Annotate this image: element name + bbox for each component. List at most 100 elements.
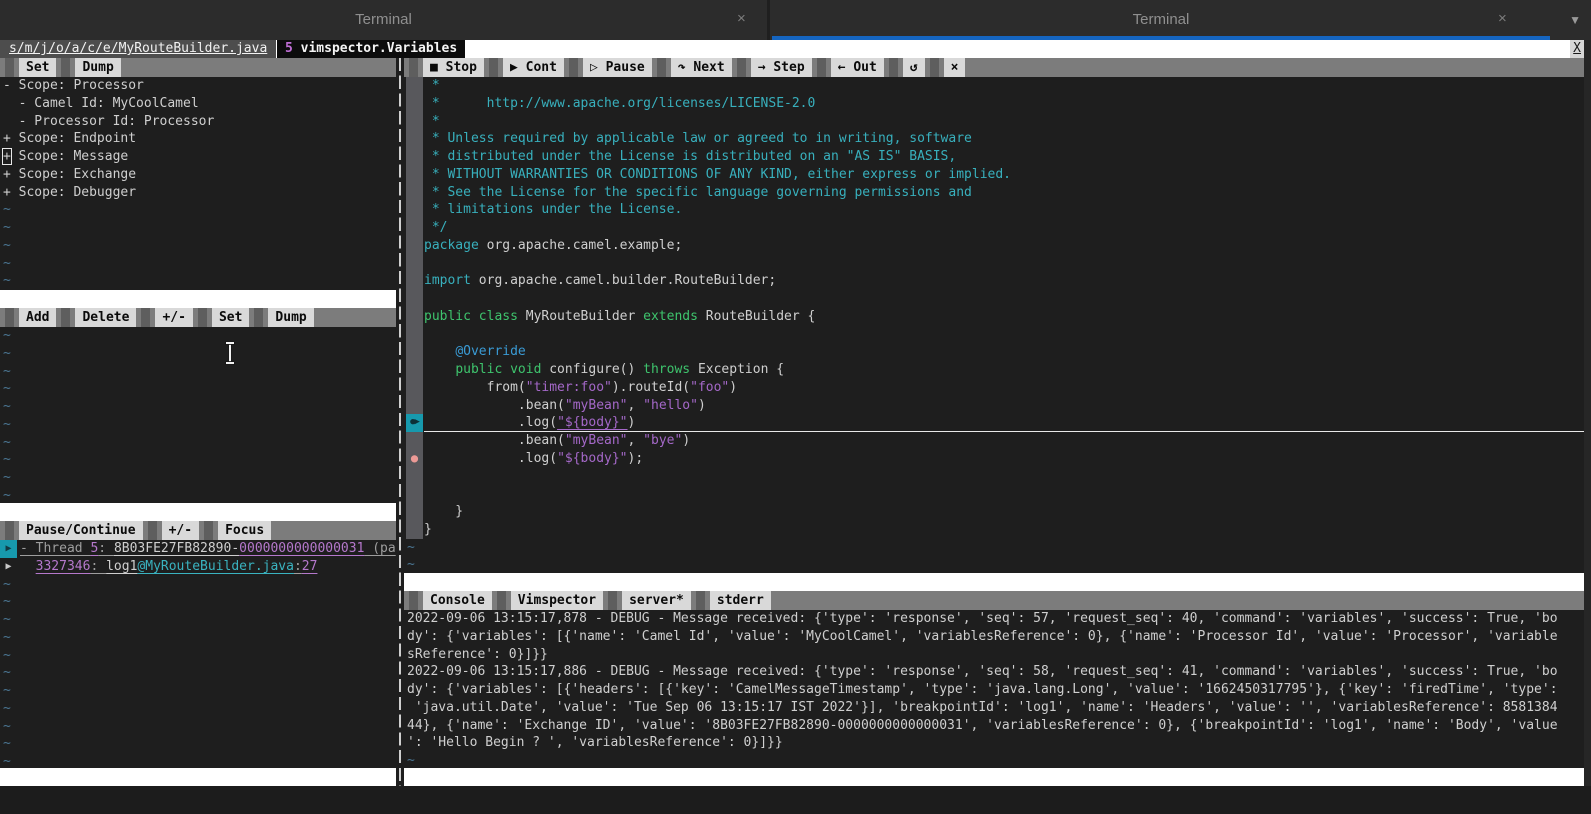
code-line: package org.apache.camel.example; bbox=[404, 237, 1584, 255]
toolbar-separator bbox=[696, 591, 705, 610]
stacktrace-pause-continue[interactable]: Pause/Continue bbox=[19, 521, 143, 540]
toolbar-separator bbox=[148, 521, 157, 540]
code-line: .log("${body}"); bbox=[404, 450, 1584, 468]
console-log-line: 2022-09-06 13:15:17,878 - DEBUG - Messag… bbox=[404, 610, 1584, 628]
terminal-tab-title: Terminal bbox=[0, 11, 767, 28]
code-line: * distributed under the License is distr… bbox=[404, 148, 1584, 166]
code-line: * bbox=[404, 77, 1584, 95]
toolbar-separator bbox=[5, 58, 14, 77]
variables-buffer: - Scope: Processor - Camel Id: MyCoolCam… bbox=[0, 77, 396, 290]
console-log-line: 44}, {'name': 'Exchange ID', 'value': '8… bbox=[404, 717, 1584, 735]
debug-pause[interactable]: ▷ Pause bbox=[583, 58, 652, 77]
stacktrace-[interactable]: +/- bbox=[162, 521, 199, 540]
console-statusline: _vimspector_log_Vimspector 123,1 Bot bbox=[404, 768, 1584, 786]
stacktrace-toolbar: Pause/Continue +/- Focus bbox=[0, 521, 396, 540]
debug-stop[interactable]: ■ Stop bbox=[423, 58, 484, 77]
code-statusline: src/main/java/org/apache/camel/example/M… bbox=[404, 573, 1584, 591]
code-line: import org.apache.camel.builder.RouteBui… bbox=[404, 272, 1584, 290]
debug-cont[interactable]: ▶ Cont bbox=[503, 58, 564, 77]
variable-tree-item[interactable]: - Processor Id: Processor bbox=[0, 113, 396, 131]
toolbar-separator bbox=[817, 58, 826, 77]
watches-set[interactable]: Set bbox=[212, 308, 249, 327]
console-tab-server[interactable]: server* bbox=[622, 591, 691, 610]
stack-frame[interactable]: - Thread 5: 8B03FE27FB82890-000000000000… bbox=[0, 540, 396, 558]
sign-column[interactable] bbox=[406, 77, 423, 539]
code-line: .log("${body}") bbox=[404, 414, 1584, 432]
code-line bbox=[404, 485, 1584, 503]
debug-[interactable]: ↺ bbox=[903, 58, 925, 77]
toolbar-separator bbox=[254, 308, 263, 327]
debug-out[interactable]: ← Out bbox=[831, 58, 884, 77]
program-counter-breakpoint-sign-icon[interactable]: ●▶ bbox=[406, 414, 423, 432]
terminal-menu-dropdown-icon[interactable]: ▼ bbox=[1569, 13, 1581, 27]
empty-line-tilde: ~ bbox=[0, 753, 396, 768]
variable-tree-item[interactable]: + Scope: Endpoint bbox=[0, 130, 396, 148]
console-tabbar: Console Vimspector server* stderr bbox=[404, 591, 1584, 610]
variable-tree-item[interactable]: - Scope: Processor bbox=[0, 77, 396, 95]
terminal-tab-right[interactable]: Terminal × bbox=[770, 0, 1552, 40]
debug-toolbar: ■ Stop ▶ Cont ▷ Pause ↷ Next → Step ← Out ↺ × bbox=[404, 58, 1584, 77]
code-line: * WITHOUT WARRANTIES OR CONDITIONS OF AN… bbox=[404, 166, 1584, 184]
close-terminal-icon[interactable]: × bbox=[737, 10, 746, 27]
variable-tree-item[interactable]: + Scope: Debugger bbox=[0, 184, 396, 202]
variable-tree-item[interactable]: + Scope: Exchange bbox=[0, 166, 396, 184]
toolbar-separator bbox=[930, 58, 939, 77]
toolbar-separator bbox=[569, 58, 578, 77]
watches-toolbar: Add Delete +/- Set Dump bbox=[0, 308, 396, 327]
variable-tree-item[interactable]: - Camel Id: MyCoolCamel bbox=[0, 95, 396, 113]
toolbar-separator bbox=[204, 521, 213, 540]
console-log-line: dy': {'variables': [{'name': 'Camel Id',… bbox=[404, 628, 1584, 646]
terminal-tab-left[interactable]: Terminal × bbox=[0, 0, 767, 40]
close-terminal-icon[interactable]: × bbox=[1498, 10, 1507, 27]
breakpoint-sign-icon[interactable]: ● bbox=[406, 450, 423, 468]
toolbar-separator bbox=[409, 591, 418, 610]
empty-line-tilde: ~ bbox=[0, 487, 396, 503]
tabline-close-icon[interactable]: X bbox=[1570, 40, 1584, 58]
code-line: } bbox=[404, 521, 1584, 539]
debug-next[interactable]: ↷ Next bbox=[671, 58, 732, 77]
code-line: public void configure() throws Exception… bbox=[404, 361, 1584, 379]
variables-dump[interactable]: Dump bbox=[75, 58, 120, 77]
stack-frame[interactable]: 3327346: log1@MyRouteBuilder.java:27 bbox=[0, 558, 396, 576]
console-output-buffer: 2022-09-06 13:15:17,878 - DEBUG - Messag… bbox=[404, 610, 1584, 768]
debug-step[interactable]: → Step bbox=[751, 58, 812, 77]
variable-tree-item[interactable]: + Scope: Message bbox=[0, 148, 396, 166]
tab-vimspector-variables[interactable]: 5 vimspector.Variables bbox=[277, 40, 465, 58]
code-line: .bean("myBean", "bye") bbox=[404, 432, 1584, 450]
empty-line-tilde: ~ bbox=[0, 237, 396, 255]
mouse-cursor-ibeam bbox=[224, 342, 236, 364]
window-vertical-separator[interactable] bbox=[396, 58, 404, 786]
console-log-line: 'java.util.Date', 'value': 'Tue Sep 06 1… bbox=[404, 699, 1584, 717]
console-tab-console[interactable]: Console bbox=[423, 591, 492, 610]
empty-line-tilde: ~ bbox=[0, 398, 396, 416]
empty-line-tilde: ~ bbox=[0, 593, 396, 611]
code-line: from("timer:foo").routeId("foo") bbox=[404, 379, 1584, 397]
empty-line-tilde: ~ bbox=[0, 345, 396, 363]
console-tab-stderr[interactable]: stderr bbox=[710, 591, 771, 610]
code-line: @Override bbox=[404, 343, 1584, 361]
console-tab-vimspector[interactable]: Vimspector bbox=[511, 591, 603, 610]
watches-buffer: ~~~~~~~~~~ bbox=[0, 327, 396, 503]
debug-[interactable]: × bbox=[944, 58, 966, 77]
empty-line-tilde: ~ bbox=[0, 664, 396, 682]
frame-sign-icon: ▶ bbox=[0, 558, 17, 576]
variables-set[interactable]: Set bbox=[19, 58, 56, 77]
empty-line-tilde: ~ bbox=[0, 682, 396, 700]
code-line: public class MyRouteBuilder extends Rout… bbox=[404, 308, 1584, 326]
watches-add[interactable]: Add bbox=[19, 308, 56, 327]
code-buffer: ●▶ ● * * http://www.apache.org/licenses/… bbox=[404, 77, 1584, 573]
toolbar-separator bbox=[409, 58, 418, 77]
code-line: * bbox=[404, 113, 1584, 131]
empty-line-tilde: ~ bbox=[0, 219, 396, 237]
watches-dump[interactable]: Dump bbox=[268, 308, 313, 327]
watches-delete[interactable]: Delete bbox=[75, 308, 136, 327]
watches-[interactable]: +/- bbox=[155, 308, 192, 327]
toolbar-separator bbox=[657, 58, 666, 77]
tab-myroutebuilder-java[interactable]: s/m/j/o/a/c/e/MyRouteBuilder.java bbox=[0, 40, 276, 58]
current-line-underline bbox=[424, 431, 1584, 432]
active-thread-sign-icon: ▶ bbox=[0, 540, 17, 558]
toolbar-separator bbox=[889, 58, 898, 77]
vim-command-line[interactable] bbox=[0, 786, 1591, 814]
stacktrace-focus[interactable]: Focus bbox=[218, 521, 271, 540]
console-log-line: ': 'Hello Begin ? ', 'variablesReference… bbox=[404, 734, 1584, 752]
